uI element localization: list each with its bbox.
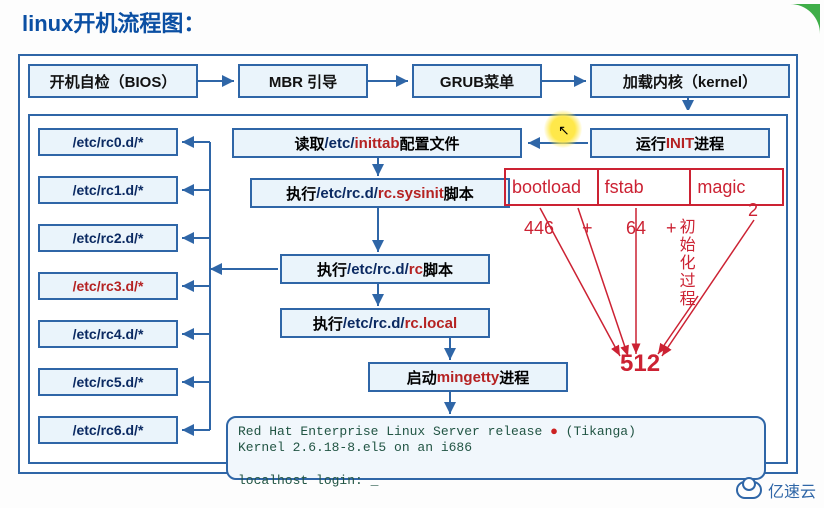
bullet-icon: ● xyxy=(550,424,558,439)
diagram-frame: 开机自检（BIOS） MBR 引导 GRUB菜单 加载内核（kernel） /e… xyxy=(18,54,798,474)
cell-bootload: bootload xyxy=(506,170,599,204)
anno-plus1: + xyxy=(582,218,593,239)
anno-446: 446 xyxy=(524,218,554,239)
rc4-box: /etc/rc4.d/* xyxy=(38,320,178,348)
watermark-text: 亿速云 xyxy=(768,478,816,502)
step-bios: 开机自检（BIOS） xyxy=(28,64,198,98)
corner-decoration xyxy=(790,4,820,34)
mbr-layout-table: bootload fstab magic xyxy=(504,168,784,206)
step-kernel: 加载内核（kernel） xyxy=(590,64,790,98)
anno-64: 64 xyxy=(626,218,646,239)
rc0-box: /etc/rc0.d/* xyxy=(38,128,178,156)
cell-magic: magic xyxy=(691,170,782,204)
step-rclocal: 执行/etc/rc.d/rc.local xyxy=(280,308,490,338)
anno-plus2: + xyxy=(666,218,677,239)
rc5-box: /etc/rc5.d/* xyxy=(38,368,178,396)
step-mingetty: 启动 mingetty 进程 xyxy=(368,362,568,392)
step-inittab: 读取/etc/inittab配置文件 xyxy=(232,128,522,158)
step-mbr: MBR 引导 xyxy=(238,64,368,98)
step-init: 运行 INIT 进程 xyxy=(590,128,770,158)
anno-init-proc: 初始化过程 xyxy=(676,218,694,308)
inner-frame: /etc/rc0.d/* /etc/rc1.d/* /etc/rc2.d/* /… xyxy=(28,114,788,464)
step-sysinit: 执行 /etc/rc.d/rc.sysinit 脚本 xyxy=(250,178,510,208)
rc6-box: /etc/rc6.d/* xyxy=(38,416,178,444)
cloud-icon xyxy=(736,481,762,499)
anno-512: 512 xyxy=(620,350,660,378)
step-grub: GRUB菜单 xyxy=(412,64,542,98)
cell-fstab: fstab xyxy=(599,170,692,204)
rc3-box: /etc/rc3.d/* xyxy=(38,272,178,300)
step-rc: 执行/etc/rc.d/rc脚本 xyxy=(280,254,490,284)
anno-2: 2 xyxy=(748,200,758,221)
cursor-icon: ↖ xyxy=(558,122,570,139)
rc1-box: /etc/rc1.d/* xyxy=(38,176,178,204)
watermark: 亿速云 xyxy=(736,478,816,502)
rc2-box: /etc/rc2.d/* xyxy=(38,224,178,252)
diagram-title: linux开机流程图： xyxy=(22,6,205,38)
login-terminal: Red Hat Enterprise Linux Server release … xyxy=(226,416,766,480)
